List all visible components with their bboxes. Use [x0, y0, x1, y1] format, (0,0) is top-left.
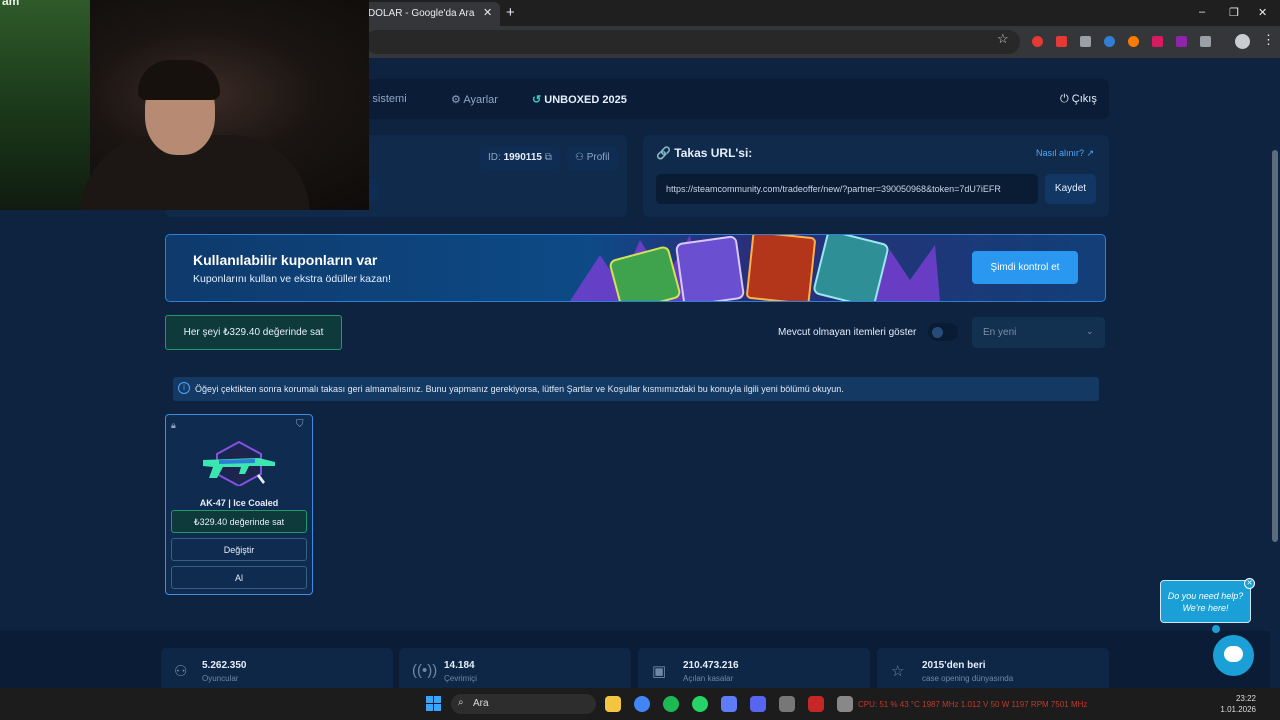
- browser-tab[interactable]: DOLAR - Google'da Ara: [352, 2, 500, 26]
- user-icon: ⚇: [174, 663, 188, 680]
- app-icon[interactable]: [837, 696, 853, 712]
- tab-close-icon[interactable]: ✕: [483, 6, 492, 19]
- spotify-icon[interactable]: [663, 696, 679, 712]
- star-icon: ☆: [891, 663, 905, 680]
- toggle-label: Mevcut olmayan itemleri göster: [778, 327, 917, 338]
- app-icon[interactable]: [808, 696, 824, 712]
- banner-subtitle: Kuponlarını kullan ve ekstra ödüller kaz…: [193, 273, 391, 285]
- webcam-overlay-text: am: [2, 0, 20, 8]
- maximize-icon[interactable]: ❐: [1229, 6, 1239, 19]
- save-button[interactable]: Kaydet: [1045, 174, 1096, 204]
- swap-item-button[interactable]: Değiştir: [171, 538, 307, 561]
- app-icon[interactable]: [721, 696, 737, 712]
- extension-icon[interactable]: [1152, 36, 1163, 47]
- chrome-icon[interactable]: [634, 696, 650, 712]
- gear-icon: ⚙: [451, 94, 464, 106]
- stat-value: 5.262.350: [202, 660, 247, 671]
- stat-card: [638, 648, 870, 688]
- sell-all-button[interactable]: Her şeyi ₺329.40 değerinde sat: [165, 315, 342, 350]
- extension-icon[interactable]: [1080, 36, 1091, 47]
- taskbar-search[interactable]: Ara: [451, 694, 596, 714]
- logout-button[interactable]: ⏻ Çıkış: [1060, 93, 1097, 106]
- app-icon[interactable]: [779, 696, 795, 712]
- close-icon[interactable]: ✕: [1244, 578, 1255, 589]
- stat-value: 14.184: [444, 660, 475, 671]
- search-icon: ⌕: [458, 697, 464, 708]
- bookmark-star-icon[interactable]: ☆: [997, 31, 1009, 47]
- extension-icon[interactable]: [1128, 36, 1139, 47]
- file-explorer-icon[interactable]: [605, 696, 621, 712]
- help-pointer: [1212, 625, 1220, 633]
- lock-icon[interactable]: 🔒︎: [171, 420, 176, 431]
- profile-link[interactable]: ⚇ Profil: [567, 146, 618, 170]
- windows-start-icon[interactable]: [426, 696, 442, 712]
- external-link-icon: ↗: [1086, 148, 1095, 158]
- toggle-knob: [932, 327, 943, 338]
- user-id-badge[interactable]: ID: 1990115 ⧉: [480, 146, 560, 170]
- stat-label: Çevrimiçi: [444, 674, 477, 683]
- avatar[interactable]: [1235, 34, 1250, 49]
- extension-icon[interactable]: [1056, 36, 1067, 47]
- item-name: AK-47 | Ice Coaled: [199, 498, 279, 508]
- stat-label: Oyuncular: [202, 674, 239, 683]
- info-notice: Öğeyi çektikten sonra korumalı takası ge…: [173, 377, 1099, 401]
- stat-label: case opening dünyasında: [922, 674, 1014, 683]
- sell-item-button[interactable]: ₺329.40 değerinde sat: [171, 510, 307, 533]
- history-icon: ↺: [532, 94, 545, 106]
- how-to-get-link[interactable]: Nasıl alınır? ↗: [1036, 148, 1094, 159]
- whatsapp-icon[interactable]: [692, 696, 708, 712]
- copy-icon[interactable]: ⧉: [545, 152, 552, 163]
- webcam-background: [0, 0, 90, 210]
- stat-label: Açılan kasalar: [683, 674, 734, 683]
- nav-settings[interactable]: ⚙ Ayarlar: [451, 93, 498, 106]
- webcam-overlay: am: [0, 0, 369, 210]
- chat-icon: [1224, 646, 1243, 662]
- link-icon: 🔗: [656, 146, 675, 160]
- stat-card: [161, 648, 393, 688]
- help-bubble[interactable]: Do you need help? We're here!: [1160, 580, 1251, 623]
- user-icon: ⚇: [575, 152, 587, 163]
- scrollbar-thumb[interactable]: [1272, 150, 1278, 542]
- menu-kebab-icon[interactable]: ⋮: [1262, 32, 1275, 48]
- trade-url-title: 🔗 Takas URL'si:: [656, 146, 753, 160]
- puzzle-icon[interactable]: [1200, 36, 1211, 47]
- minimize-icon[interactable]: –: [1199, 6, 1205, 18]
- signal-icon: ((•)): [412, 662, 438, 679]
- new-tab-icon[interactable]: +: [506, 4, 515, 21]
- discord-icon[interactable]: [750, 696, 766, 712]
- taskbar-clock[interactable]: 23:22 1.01.2026: [1216, 693, 1256, 715]
- extension-icon[interactable]: [1104, 36, 1115, 47]
- webcam-person-hair: [138, 60, 220, 100]
- coupon-cards-illustration: [570, 235, 940, 301]
- take-item-button[interactable]: Al: [171, 566, 307, 589]
- system-monitor-text: CPU: 51 % 43 °C 1987 MHz 1.012 V 50 W 11…: [858, 700, 1088, 709]
- box-icon: ▣: [652, 663, 667, 680]
- window-close-icon[interactable]: ✕: [1258, 6, 1267, 19]
- extension-icon[interactable]: [1032, 36, 1043, 47]
- check-now-button[interactable]: Şimdi kontrol et: [972, 251, 1078, 284]
- chevron-down-icon: ⌄: [1086, 326, 1094, 336]
- banner-title: Kullanılabilir kuponların var: [193, 252, 378, 268]
- stat-value: 2015'den beri: [922, 660, 986, 671]
- trade-url-input[interactable]: https://steamcommunity.com/tradeoffer/ne…: [656, 174, 1038, 204]
- power-icon: ⏻: [1060, 93, 1072, 105]
- address-bar[interactable]: [365, 30, 1020, 54]
- info-icon: i: [178, 382, 190, 394]
- weapon-image: [203, 440, 275, 486]
- nav-unboxed[interactable]: ↺ UNBOXED 2025: [532, 93, 627, 106]
- stat-value: 210.473.216: [683, 660, 739, 671]
- shield-icon[interactable]: ⛉: [296, 419, 304, 430]
- extension-icon[interactable]: [1176, 36, 1187, 47]
